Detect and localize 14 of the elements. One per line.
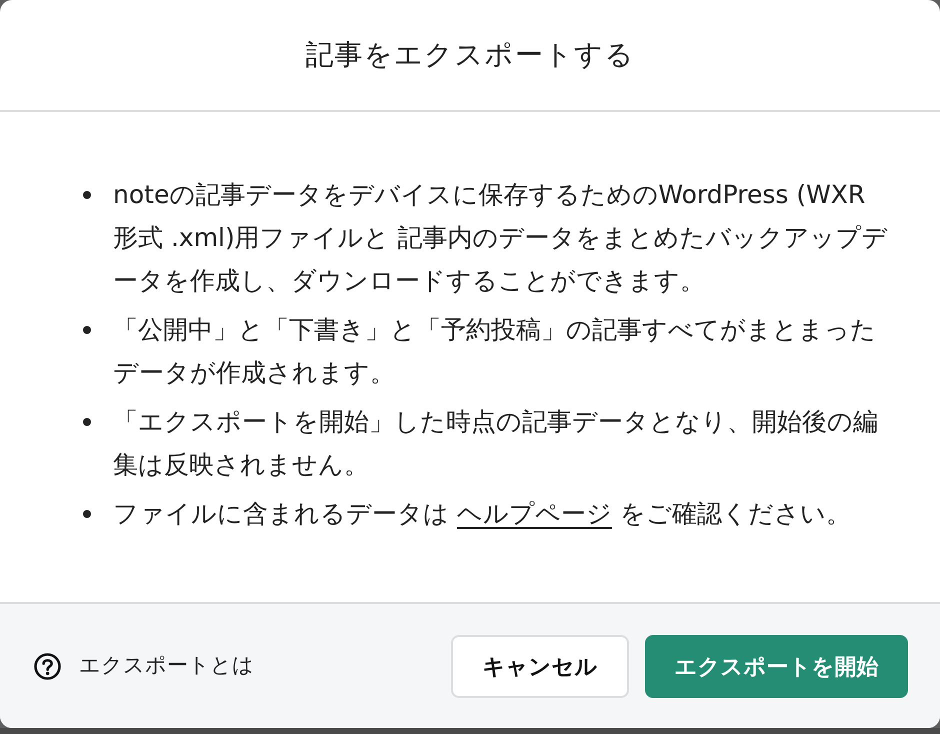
dialog-title: 記事をエクスポートする [305,38,635,72]
bullet-icon [83,326,91,334]
cancel-button[interactable]: キャンセル [451,634,629,698]
bullet-icon [83,191,91,199]
start-export-button[interactable]: エクスポートを開始 [645,634,908,698]
help-icon [34,652,61,680]
bullet-icon [83,418,91,426]
bullet-icon [83,510,91,518]
help-link[interactable]: エクスポートとは [34,650,254,682]
bullet-text: ファイルに含まれるデータは ヘルプページ をご確認ください。 [113,498,852,530]
help-page-link[interactable]: ヘルプページ [456,499,612,528]
bullet-text: 「公開中」と「下書き」と「予約投稿」の記事すべてがまとまったデータが作成されます。 [113,314,877,389]
bullet-text: noteの記事データをデバイスに保存するためのWordPress (WXR形式 .xml)用ファイルと 記事内のデータをまとめたバックアップデータを作成し、ダウンロードすることができます。 [113,179,889,297]
bullet-text: 「エクスポートを開始」した時点の記事データとなり、開始後の編集は反映されません。 [113,406,879,481]
